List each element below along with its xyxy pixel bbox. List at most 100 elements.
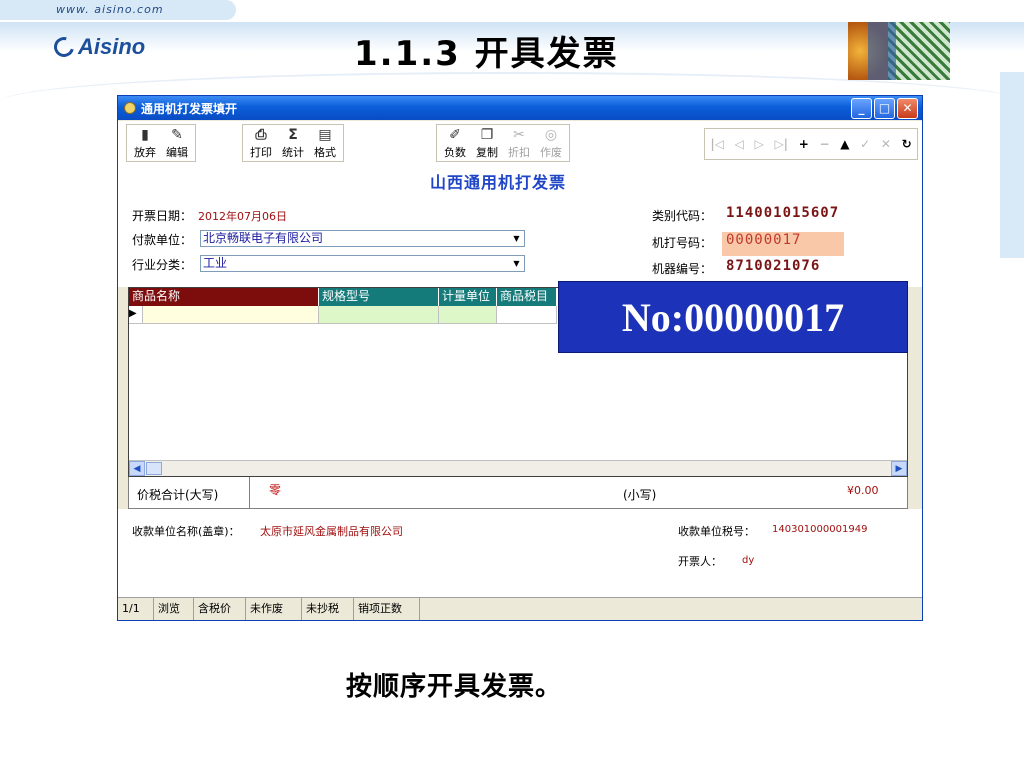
negative-icon: ✐ [449,127,461,143]
payee-label: 收款单位名称(盖章)： [132,525,240,538]
toolbar-button-label: 格式 [314,146,336,159]
total-lower-label: (小写) [623,488,657,502]
toolbar-button-label: 负数 [444,146,466,159]
maximize-button[interactable]: □ [874,97,895,119]
grid-column-header[interactable]: 商品名称 [129,288,319,306]
invoice-window: 通用机打发票填开 _ □ ✕ ▮ 放弃 ✎ 编辑 ⎙ 打印 Σ 统计 ▤ 格式 ✐ 负数 ❐ 复制 ✂ 折… [117,95,923,621]
status-cell: 浏览 [154,598,194,620]
payer-label: 付款单位： [132,233,193,247]
machine-number-label: 机打号码： [652,236,713,250]
chevron-down-icon[interactable]: ▼ [510,232,523,245]
window-title: 通用机打发票填开 [141,101,238,116]
tax-item-cell[interactable] [497,306,557,324]
record-navigator: |◁ ◁ ▷ ▷| + − ▲ ✓ ✕ ↻ [704,128,918,160]
delete-record-icon[interactable]: − [819,137,829,151]
website-url: www. aisino.com [56,3,164,16]
aisino-logo: Aisino [50,33,146,61]
grid-column-header[interactable]: 商品税目 [497,288,557,306]
sum-button[interactable]: Σ 统计 [279,126,307,160]
void-button[interactable]: ◎ 作废 [537,126,565,160]
toolbar-button-label: 作废 [540,146,562,159]
slide-title: 1.1.3 开具发票 [354,34,619,74]
first-record-icon[interactable]: |◁ [710,137,724,151]
close-button[interactable]: ✕ [897,97,918,119]
machine-number-value: 00000017 [726,232,802,248]
toolbar-button-label: 复制 [476,146,498,159]
invoice-footer: 收款单位名称(盖章)： 太原市延风金属制品有限公司 收款单位税号： 140301… [118,509,922,597]
aisino-logo-icon [50,33,78,61]
horizontal-scrollbar[interactable]: ◀ ▶ [129,460,907,476]
industry-select[interactable]: 工业 ▼ [200,255,525,272]
total-lower-value: ¥0.00 [847,484,879,497]
void-icon: ◎ [544,127,558,143]
negative-button[interactable]: ✐ 负数 [441,126,469,160]
date-label: 开票日期： [132,209,193,223]
window-titlebar[interactable]: 通用机打发票填开 _ □ ✕ [118,96,922,120]
confirm-icon[interactable]: ✓ [860,137,870,151]
last-record-icon[interactable]: ▷| [774,137,788,151]
slide-caption: 按顺序开具发票。 [346,672,563,702]
discount-icon: ✂ [513,127,525,143]
status-bar: 1/1 浏览 含税价 未作废 未抄税 销项正数 [118,597,922,620]
prev-record-icon[interactable]: ◁ [735,137,744,151]
status-cell: 含税价 [194,598,246,620]
tax-id-value: 140301000001949 [772,524,868,535]
discard-button[interactable]: ▮ 放弃 [131,126,159,160]
cancel-icon[interactable]: ✕ [881,137,891,151]
product-name-cell[interactable] [143,306,319,324]
toolbar-button-label: 打印 [250,146,272,159]
category-code-value: 114001015607 [726,205,840,221]
edit-button[interactable]: ✎ 编辑 [163,126,191,160]
industry-value: 工业 [203,256,228,270]
copy-icon: ❐ [480,127,494,143]
window-controls: _ □ ✕ [851,97,922,119]
format-button[interactable]: ▤ 格式 [311,126,339,160]
minimize-button[interactable]: _ [851,97,872,119]
toolbar-group-file: ▮ 放弃 ✎ 编辑 [126,124,196,162]
issuer-label: 开票人： [678,555,722,568]
toolbar-group-print: ⎙ 打印 Σ 统计 ▤ 格式 [242,124,344,162]
total-upper-value: 零 [269,483,282,497]
chevron-down-icon[interactable]: ▼ [510,257,523,270]
unit-cell[interactable] [439,306,497,324]
status-cell: 未抄税 [302,598,354,620]
header-decoration-globe [868,22,896,80]
refresh-icon[interactable]: ↻ [902,137,912,151]
discard-icon: ▮ [141,127,149,143]
payer-value: 北京畅联电子有限公司 [203,231,324,245]
grid-header: 商品名称 规格型号 计量单位 商品税目 [129,288,557,306]
issuer-value: dy [742,555,755,566]
sum-icon: Σ [288,127,298,143]
app-icon [124,102,136,114]
tax-id-label: 收款单位税号： [678,525,755,538]
invoice-number-banner: No:00000017 [558,281,908,353]
toolbar-button-label: 放弃 [134,146,156,159]
scroll-right-icon[interactable]: ▶ [891,461,907,476]
grid-column-header[interactable]: 计量单位 [439,288,497,306]
grid-column-header[interactable]: 规格型号 [319,288,439,306]
spec-cell[interactable] [319,306,439,324]
copy-button[interactable]: ❐ 复制 [473,126,501,160]
toolbar-button-label: 编辑 [166,146,188,159]
scroll-thumb[interactable] [146,462,162,475]
industry-label: 行业分类： [132,258,193,272]
table-row[interactable]: ▶ [129,306,557,324]
status-cell: 1/1 [118,598,154,620]
add-record-icon[interactable]: + [799,137,809,151]
discount-button[interactable]: ✂ 折扣 [505,126,533,160]
payer-select[interactable]: 北京畅联电子有限公司 ▼ [200,230,525,247]
totals-divider [249,477,250,508]
website-pill: www. aisino.com [0,0,236,20]
scroll-left-icon[interactable]: ◀ [129,461,145,476]
totals-row: 价税合计(大写) 零 (小写) ¥0.00 [128,477,908,509]
next-record-icon[interactable]: ▷ [755,137,764,151]
format-icon: ▤ [318,127,332,143]
side-decoration-strip [1000,72,1024,258]
up-icon[interactable]: ▲ [840,137,849,151]
toolbar-group-edit: ✐ 负数 ❐ 复制 ✂ 折扣 ◎ 作废 [436,124,570,162]
aisino-logo-text: Aisino [78,34,146,59]
edit-icon: ✎ [171,127,183,143]
print-icon: ⎙ [255,127,267,143]
machine-id-label: 机器编号： [652,262,713,276]
print-button[interactable]: ⎙ 打印 [247,126,275,160]
